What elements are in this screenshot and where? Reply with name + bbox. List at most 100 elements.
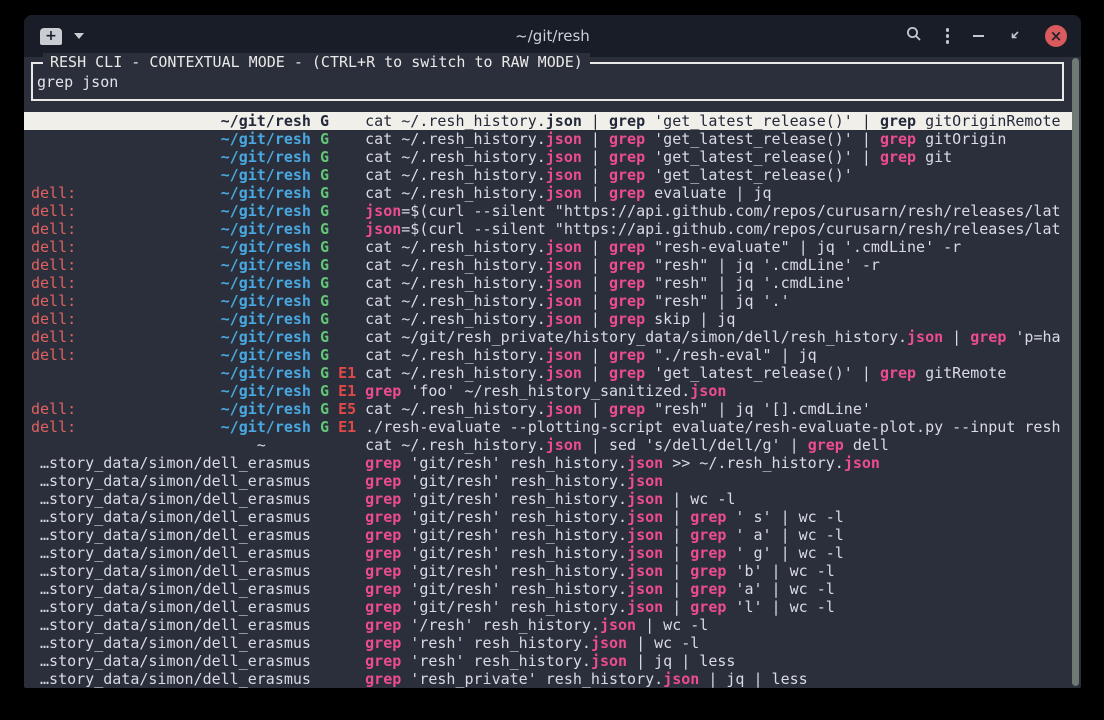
host-label: dell: — [31, 184, 76, 202]
command-text: cat ~/.resh_history.json | grep "resh" |… — [365, 256, 880, 274]
path-label: ~/git/resh — [221, 382, 311, 400]
titlebar[interactable]: + ~/git/resh × — [24, 15, 1081, 57]
command-text: cat ~/.resh_history.json | grep "./resh-… — [365, 346, 817, 364]
command-text: cat ~/.resh_history.json | grep 'get_lat… — [365, 148, 952, 166]
exit-status-flag: E5 — [338, 400, 356, 418]
new-tab-dropdown-icon[interactable] — [74, 33, 84, 39]
menu-icon[interactable] — [946, 28, 950, 44]
command-text: cat ~/.resh_history.json | grep evaluate… — [365, 184, 771, 202]
history-row[interactable]: ~/git/resh G cat ~/.resh_history.json | … — [24, 166, 1072, 184]
git-flag: G — [320, 364, 329, 382]
history-row[interactable]: dell: ~/git/resh G cat ~/git/resh_privat… — [24, 328, 1072, 346]
history-row[interactable]: dell: ~/git/resh G E1 ./resh-evaluate --… — [24, 418, 1072, 436]
history-row[interactable]: …story_data/simon/dell_erasmus grep 'git… — [24, 490, 1072, 508]
history-row[interactable]: …story_data/simon/dell_erasmus grep 'res… — [24, 634, 1072, 652]
host-label: dell: — [31, 202, 76, 220]
host-label: dell: — [31, 256, 76, 274]
restore-icon[interactable] — [1008, 27, 1021, 46]
history-row[interactable]: …story_data/simon/dell_erasmus grep 'git… — [24, 526, 1072, 544]
git-flag: G — [320, 382, 329, 400]
minimize-icon[interactable] — [973, 35, 984, 37]
history-row[interactable]: dell: ~/git/resh G json=$(curl --silent … — [24, 202, 1072, 220]
exit-status-flag: E1 — [338, 382, 356, 400]
git-flag: G — [320, 112, 329, 130]
history-row[interactable]: dell: ~/git/resh G json=$(curl --silent … — [24, 220, 1072, 238]
command-text: cat ~/.resh_history.json | grep "resh" |… — [365, 400, 871, 418]
path-label: …story_data/simon/dell_erasmus — [40, 616, 311, 634]
history-row[interactable]: dell: ~/git/resh G cat ~/.resh_history.j… — [24, 256, 1072, 274]
path-label: ~/git/resh — [221, 364, 311, 382]
history-row[interactable]: dell: ~/git/resh G cat ~/.resh_history.j… — [24, 310, 1072, 328]
command-text: cat ~/.resh_history.json | grep 'get_lat… — [365, 130, 1006, 148]
history-row[interactable]: …story_data/simon/dell_erasmus grep 'res… — [24, 670, 1072, 688]
git-flag: G — [320, 130, 329, 148]
resh-search-box: RESH CLI - CONTEXTUAL MODE - (CTRL+R to … — [31, 62, 1064, 101]
history-row[interactable]: …story_data/simon/dell_erasmus grep 'git… — [24, 454, 1072, 472]
path-label: …story_data/simon/dell_erasmus — [40, 670, 311, 688]
command-text: grep 'git/resh' resh_history.json | wc -… — [365, 490, 735, 508]
git-flag: G — [320, 202, 329, 220]
history-row[interactable]: ~/git/resh G cat ~/.resh_history.json | … — [24, 112, 1072, 130]
path-label: …story_data/simon/dell_erasmus — [40, 544, 311, 562]
command-text: json=$(curl --silent "https://api.github… — [365, 220, 1060, 238]
git-flag: G — [320, 292, 329, 310]
history-list: ~/git/resh G cat ~/.resh_history.json | … — [24, 112, 1072, 688]
path-label: ~/git/resh — [221, 328, 311, 346]
host-label: dell: — [31, 238, 76, 256]
history-row[interactable]: ~/git/resh G E1 cat ~/.resh_history.json… — [24, 364, 1072, 382]
close-icon[interactable]: × — [1045, 25, 1067, 47]
scrollbar[interactable] — [1072, 58, 1079, 686]
history-row[interactable]: …story_data/simon/dell_erasmus grep 'git… — [24, 544, 1072, 562]
path-label: …story_data/simon/dell_erasmus — [40, 526, 311, 544]
history-row[interactable]: …story_data/simon/dell_erasmus grep 'git… — [24, 508, 1072, 526]
git-flag: G — [320, 148, 329, 166]
path-label: ~/git/resh — [221, 274, 311, 292]
resh-query-input[interactable]: grep json — [37, 73, 118, 91]
history-row[interactable]: dell: ~/git/resh G cat ~/.resh_history.j… — [24, 292, 1072, 310]
command-text: grep 'git/resh' resh_history.json | grep… — [365, 598, 835, 616]
history-row[interactable]: ~/git/resh G cat ~/.resh_history.json | … — [24, 130, 1072, 148]
path-label: ~/git/resh — [221, 400, 311, 418]
path-label: ~/git/resh — [221, 238, 311, 256]
path-label: ~/git/resh — [221, 130, 311, 148]
command-text: grep 'resh' resh_history.json | jq | les… — [365, 652, 735, 670]
command-text: grep 'foo' ~/resh_history_sanitized.json — [365, 382, 726, 400]
command-text: grep 'resh_private' resh_history.json | … — [365, 670, 808, 688]
search-icon[interactable] — [906, 26, 922, 46]
exit-status-flag: E1 — [338, 364, 356, 382]
history-row[interactable]: …story_data/simon/dell_erasmus grep 'git… — [24, 562, 1072, 580]
host-label: dell: — [31, 292, 76, 310]
host-label: dell: — [31, 346, 76, 364]
history-row[interactable]: dell: ~/git/resh G cat ~/.resh_history.j… — [24, 184, 1072, 202]
path-label: ~/git/resh — [221, 310, 311, 328]
history-row[interactable]: …story_data/simon/dell_erasmus grep '/re… — [24, 616, 1072, 634]
history-row[interactable]: …story_data/simon/dell_erasmus grep 'git… — [24, 472, 1072, 490]
history-row[interactable]: dell: ~/git/resh G cat ~/.resh_history.j… — [24, 238, 1072, 256]
history-row[interactable]: ~/git/resh G E1 grep 'foo' ~/resh_histor… — [24, 382, 1072, 400]
git-flag: G — [320, 166, 329, 184]
host-label: dell: — [31, 220, 76, 238]
git-flag: G — [320, 184, 329, 202]
history-row[interactable]: dell: ~/git/resh G E5 cat ~/.resh_histor… — [24, 400, 1072, 418]
path-label: …story_data/simon/dell_erasmus — [40, 598, 311, 616]
history-row[interactable]: dell: ~/git/resh G cat ~/.resh_history.j… — [24, 346, 1072, 364]
history-row[interactable]: …story_data/simon/dell_erasmus grep 'git… — [24, 598, 1072, 616]
command-text: grep 'resh' resh_history.json | wc -l — [365, 634, 699, 652]
command-text: json=$(curl --silent "https://api.github… — [365, 202, 1060, 220]
path-label: ~/git/resh — [221, 184, 311, 202]
new-tab-button[interactable]: + — [40, 28, 62, 45]
path-label: …story_data/simon/dell_erasmus — [40, 634, 311, 652]
path-label: ~/git/resh — [221, 292, 311, 310]
history-row[interactable]: …story_data/simon/dell_erasmus grep 'res… — [24, 652, 1072, 670]
path-label: …story_data/simon/dell_erasmus — [40, 562, 311, 580]
history-row[interactable]: ~ cat ~/.resh_history.json | sed 's/dell… — [24, 436, 1072, 454]
path-label: …story_data/simon/dell_erasmus — [40, 454, 311, 472]
command-text: ./resh-evaluate --plotting-script evalua… — [365, 418, 1060, 436]
history-row[interactable]: ~/git/resh G cat ~/.resh_history.json | … — [24, 148, 1072, 166]
path-label: …story_data/simon/dell_erasmus — [40, 472, 311, 490]
command-text: cat ~/.resh_history.json | grep "resh-ev… — [365, 238, 961, 256]
history-row[interactable]: …story_data/simon/dell_erasmus grep 'git… — [24, 580, 1072, 598]
path-label: ~/git/resh — [221, 148, 311, 166]
git-flag: G — [320, 346, 329, 364]
history-row[interactable]: dell: ~/git/resh G cat ~/.resh_history.j… — [24, 274, 1072, 292]
